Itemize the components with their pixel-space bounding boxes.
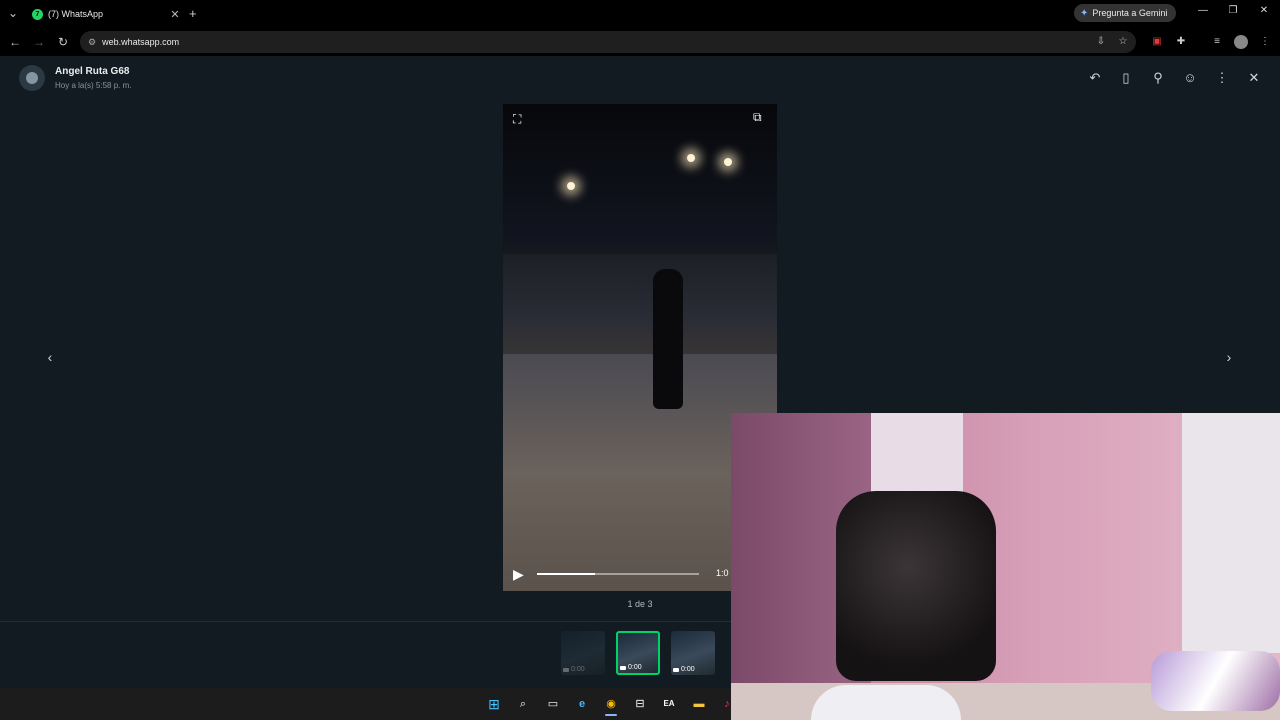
close-window-button[interactable]: ✕	[1255, 5, 1273, 16]
street-light	[567, 182, 575, 190]
media-thumbnail-selected[interactable]: 0:00	[616, 631, 660, 675]
emoji-icon[interactable]: ☺	[1182, 70, 1198, 86]
video-camera-icon	[673, 668, 679, 672]
reply-icon[interactable]: ↶	[1087, 70, 1103, 86]
street-light	[687, 154, 695, 162]
webcam-overlay	[731, 413, 1280, 720]
video-progress-fill	[537, 573, 596, 575]
install-app-icon[interactable]: ⇩	[1094, 35, 1108, 49]
picture-in-picture-icon[interactable]: ⧉	[753, 110, 762, 125]
video-duration: 1:0	[716, 568, 729, 578]
minimize-window-button[interactable]: —	[1194, 5, 1212, 16]
message-timestamp: Hoy a la(s) 5:58 p. m.	[55, 81, 132, 90]
new-tab-button[interactable]: +	[189, 6, 197, 21]
ea-app-icon[interactable]: EA	[660, 695, 678, 713]
bookmark-icon[interactable]: ▯	[1118, 70, 1134, 86]
video-frame-sky	[503, 104, 777, 244]
chrome-icon[interactable]: ◉	[602, 695, 620, 713]
active-app-indicator	[605, 714, 617, 716]
whatsapp-favicon-icon: 7	[32, 8, 43, 20]
video-progress-bar[interactable]	[537, 573, 699, 575]
thumbnail-duration: 0:00	[571, 666, 585, 673]
search-icon[interactable]: ⌕	[514, 695, 532, 713]
tab-list-dropdown[interactable]: ⌄	[8, 6, 18, 20]
edge-icon[interactable]: e	[573, 695, 591, 713]
close-viewer-icon[interactable]: ✕	[1246, 70, 1262, 86]
street-light	[724, 158, 732, 166]
chrome-menu-icon[interactable]: ⋮	[1258, 35, 1272, 49]
pin-icon[interactable]: ⚲	[1150, 70, 1166, 86]
next-media-button[interactable]: ›	[1220, 348, 1238, 366]
webcam-chair	[836, 491, 996, 681]
profile-avatar-icon[interactable]	[1234, 35, 1248, 49]
store-icon[interactable]: ⊟	[631, 695, 649, 713]
restore-window-button[interactable]: ❐	[1224, 5, 1242, 16]
tab-close-icon[interactable]: ✕	[168, 8, 182, 21]
pdf-extension-icon[interactable]: ▣	[1150, 35, 1164, 49]
windows-start-icon[interactable]: ⊞	[485, 695, 503, 713]
previous-media-button[interactable]: ‹	[41, 348, 59, 366]
extensions-icon[interactable]: ✚	[1174, 35, 1188, 49]
file-explorer-icon[interactable]: ▬	[690, 695, 708, 713]
media-thumbnail[interactable]: 0:00	[561, 631, 605, 675]
webcam-snack-bag	[1151, 651, 1280, 711]
thumbnail-duration: 0:00	[681, 666, 695, 673]
thumbnail-duration: 0:00	[628, 664, 642, 671]
ask-gemini-button[interactable]: ✦ Pregunta a Gemini	[1074, 4, 1176, 22]
reload-button[interactable]: ↻	[55, 34, 71, 50]
address-bar[interactable]: ⚙ web.whatsapp.com	[80, 31, 1136, 53]
gemini-sparkle-icon: ✦	[1080, 7, 1089, 19]
site-info-icon[interactable]: ⚙	[88, 37, 96, 48]
default-person-icon	[26, 72, 38, 84]
tab-title: (7) WhatsApp	[48, 9, 104, 19]
windows-taskbar	[0, 688, 731, 720]
browser-tab-whatsapp[interactable]: 7 (7) WhatsApp ✕	[26, 2, 182, 26]
contact-name[interactable]: Angel Ruta G68	[55, 66, 129, 77]
video-frame-crowd	[503, 254, 777, 364]
gemini-label: Pregunta a Gemini	[1092, 8, 1168, 18]
contact-avatar[interactable]	[19, 65, 45, 91]
video-frame-dancer	[653, 269, 683, 409]
media-controls-icon[interactable]: ≡	[1210, 35, 1224, 49]
address-url: web.whatsapp.com	[102, 37, 180, 47]
back-button[interactable]: ←	[7, 34, 23, 50]
webcam-door	[1182, 413, 1280, 653]
task-view-icon[interactable]: ▭	[544, 695, 562, 713]
video-camera-icon	[620, 666, 626, 670]
webcam-gamepad	[811, 685, 961, 720]
more-options-icon[interactable]: ⋮	[1214, 70, 1230, 86]
bookmark-star-icon[interactable]: ☆	[1116, 35, 1130, 49]
media-thumbnail[interactable]: 0:00	[671, 631, 715, 675]
fullscreen-icon[interactable]: ⛶	[513, 112, 521, 127]
play-icon[interactable]: ▶	[513, 566, 524, 583]
forward-button[interactable]: →	[31, 34, 47, 50]
video-camera-icon	[563, 668, 569, 672]
